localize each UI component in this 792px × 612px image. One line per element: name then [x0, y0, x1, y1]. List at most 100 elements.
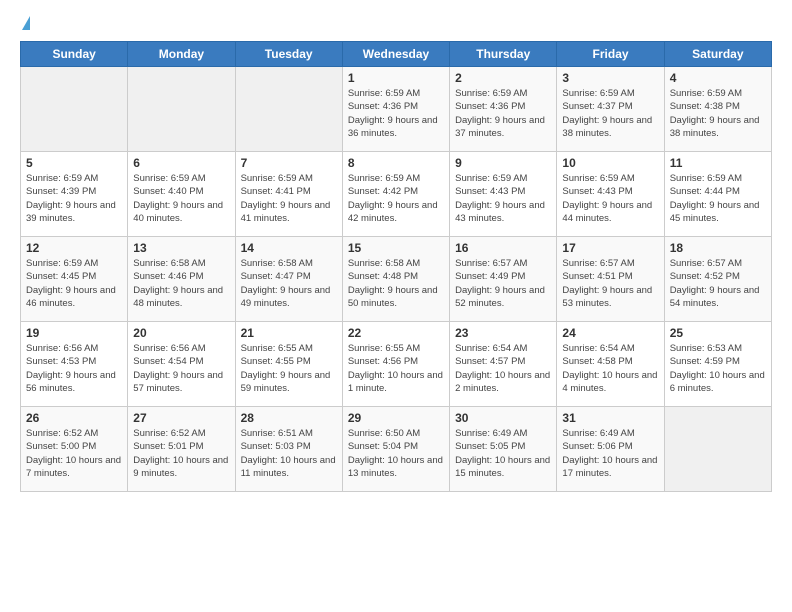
calendar: SundayMondayTuesdayWednesdayThursdayFrid…: [20, 41, 772, 492]
calendar-cell: 11 Sunrise: 6:59 AM Sunset: 4:44 PM Dayli…: [664, 152, 771, 237]
day-info: Sunrise: 6:53 AM Sunset: 4:59 PM Dayligh…: [670, 342, 766, 395]
weekday-tuesday: Tuesday: [235, 42, 342, 67]
calendar-cell: 6 Sunrise: 6:59 AM Sunset: 4:40 PM Daylig…: [128, 152, 235, 237]
calendar-cell: [664, 407, 771, 492]
calendar-cell: 18 Sunrise: 6:57 AM Sunset: 4:52 PM Dayli…: [664, 237, 771, 322]
calendar-cell: 3 Sunrise: 6:59 AM Sunset: 4:37 PM Daylig…: [557, 67, 664, 152]
day-info: Sunrise: 6:59 AM Sunset: 4:45 PM Dayligh…: [26, 257, 122, 310]
day-info: Sunrise: 6:56 AM Sunset: 4:53 PM Dayligh…: [26, 342, 122, 395]
day-info: Sunrise: 6:59 AM Sunset: 4:41 PM Dayligh…: [241, 172, 337, 225]
day-info: Sunrise: 6:54 AM Sunset: 4:58 PM Dayligh…: [562, 342, 658, 395]
day-number: 7: [241, 156, 337, 170]
day-info: Sunrise: 6:50 AM Sunset: 5:04 PM Dayligh…: [348, 427, 444, 480]
weekday-friday: Friday: [557, 42, 664, 67]
day-number: 21: [241, 326, 337, 340]
week-row-3: 12 Sunrise: 6:59 AM Sunset: 4:45 PM Dayli…: [21, 237, 772, 322]
weekday-sunday: Sunday: [21, 42, 128, 67]
day-number: 15: [348, 241, 444, 255]
day-info: Sunrise: 6:49 AM Sunset: 5:06 PM Dayligh…: [562, 427, 658, 480]
day-info: Sunrise: 6:57 AM Sunset: 4:51 PM Dayligh…: [562, 257, 658, 310]
day-number: 24: [562, 326, 658, 340]
day-number: 6: [133, 156, 229, 170]
day-info: Sunrise: 6:59 AM Sunset: 4:42 PM Dayligh…: [348, 172, 444, 225]
calendar-cell: 14Sunrise: 6:58 AM Sunset: 4:47 PM Dayli…: [235, 237, 342, 322]
calendar-cell: 29 Sunrise: 6:50 AM Sunset: 5:04 PM Dayli…: [342, 407, 449, 492]
calendar-cell: 4 Sunrise: 6:59 AM Sunset: 4:38 PM Daylig…: [664, 67, 771, 152]
calendar-cell: [235, 67, 342, 152]
day-number: 25: [670, 326, 766, 340]
day-info: Sunrise: 6:58 AM Sunset: 4:48 PM Dayligh…: [348, 257, 444, 310]
logo: [20, 16, 30, 31]
day-info: Sunrise: 6:59 AM Sunset: 4:39 PM Dayligh…: [26, 172, 122, 225]
day-number: 26: [26, 411, 122, 425]
day-info: Sunrise: 6:59 AM Sunset: 4:36 PM Dayligh…: [348, 87, 444, 140]
calendar-cell: 7 Sunrise: 6:59 AM Sunset: 4:41 PM Daylig…: [235, 152, 342, 237]
day-number: 31: [562, 411, 658, 425]
day-number: 28: [241, 411, 337, 425]
calendar-cell: 2 Sunrise: 6:59 AM Sunset: 4:36 PM Daylig…: [450, 67, 557, 152]
day-number: 2: [455, 71, 551, 85]
day-info: Sunrise: 6:59 AM Sunset: 4:36 PM Dayligh…: [455, 87, 551, 140]
weekday-monday: Monday: [128, 42, 235, 67]
weekday-saturday: Saturday: [664, 42, 771, 67]
day-number: 12: [26, 241, 122, 255]
day-info: Sunrise: 6:59 AM Sunset: 4:43 PM Dayligh…: [455, 172, 551, 225]
day-number: 4: [670, 71, 766, 85]
calendar-cell: 15 Sunrise: 6:58 AM Sunset: 4:48 PM Dayli…: [342, 237, 449, 322]
day-number: 23: [455, 326, 551, 340]
calendar-cell: 25 Sunrise: 6:53 AM Sunset: 4:59 PM Dayli…: [664, 322, 771, 407]
day-number: 17: [562, 241, 658, 255]
calendar-cell: 24 Sunrise: 6:54 AM Sunset: 4:58 PM Dayli…: [557, 322, 664, 407]
weekday-thursday: Thursday: [450, 42, 557, 67]
day-info: Sunrise: 6:59 AM Sunset: 4:38 PM Dayligh…: [670, 87, 766, 140]
calendar-cell: 28 Sunrise: 6:51 AM Sunset: 5:03 PM Dayli…: [235, 407, 342, 492]
day-info: Sunrise: 6:59 AM Sunset: 4:44 PM Dayligh…: [670, 172, 766, 225]
calendar-cell: 26Sunrise: 6:52 AM Sunset: 5:00 PM Dayli…: [21, 407, 128, 492]
day-info: Sunrise: 6:55 AM Sunset: 4:56 PM Dayligh…: [348, 342, 444, 395]
day-info: Sunrise: 6:57 AM Sunset: 4:52 PM Dayligh…: [670, 257, 766, 310]
calendar-cell: 30Sunrise: 6:49 AM Sunset: 5:05 PM Dayli…: [450, 407, 557, 492]
calendar-cell: 31 Sunrise: 6:49 AM Sunset: 5:06 PM Dayli…: [557, 407, 664, 492]
calendar-cell: [21, 67, 128, 152]
calendar-cell: 21 Sunrise: 6:55 AM Sunset: 4:55 PM Dayli…: [235, 322, 342, 407]
calendar-cell: 10 Sunrise: 6:59 AM Sunset: 4:43 PM Dayli…: [557, 152, 664, 237]
day-info: Sunrise: 6:58 AM Sunset: 4:46 PM Dayligh…: [133, 257, 229, 310]
week-row-4: 19 Sunrise: 6:56 AM Sunset: 4:53 PM Dayli…: [21, 322, 772, 407]
calendar-cell: 9 Sunrise: 6:59 AM Sunset: 4:43 PM Daylig…: [450, 152, 557, 237]
day-number: 14: [241, 241, 337, 255]
day-number: 5: [26, 156, 122, 170]
day-info: Sunrise: 6:54 AM Sunset: 4:57 PM Dayligh…: [455, 342, 551, 395]
day-number: 29: [348, 411, 444, 425]
week-row-5: 26Sunrise: 6:52 AM Sunset: 5:00 PM Dayli…: [21, 407, 772, 492]
day-number: 22: [348, 326, 444, 340]
day-info: Sunrise: 6:57 AM Sunset: 4:49 PM Dayligh…: [455, 257, 551, 310]
calendar-cell: 27Sunrise: 6:52 AM Sunset: 5:01 PM Dayli…: [128, 407, 235, 492]
calendar-cell: 12 Sunrise: 6:59 AM Sunset: 4:45 PM Dayli…: [21, 237, 128, 322]
day-number: 19: [26, 326, 122, 340]
week-row-1: 1Sunrise: 6:59 AM Sunset: 4:36 PM Daylig…: [21, 67, 772, 152]
day-number: 9: [455, 156, 551, 170]
calendar-cell: 22 Sunrise: 6:55 AM Sunset: 4:56 PM Dayli…: [342, 322, 449, 407]
day-info: Sunrise: 6:56 AM Sunset: 4:54 PM Dayligh…: [133, 342, 229, 395]
header: [20, 16, 772, 31]
day-info: Sunrise: 6:59 AM Sunset: 4:40 PM Dayligh…: [133, 172, 229, 225]
day-info: Sunrise: 6:59 AM Sunset: 4:43 PM Dayligh…: [562, 172, 658, 225]
calendar-cell: 8 Sunrise: 6:59 AM Sunset: 4:42 PM Daylig…: [342, 152, 449, 237]
day-info: Sunrise: 6:59 AM Sunset: 4:37 PM Dayligh…: [562, 87, 658, 140]
calendar-cell: 20Sunrise: 6:56 AM Sunset: 4:54 PM Dayli…: [128, 322, 235, 407]
calendar-cell: 16Sunrise: 6:57 AM Sunset: 4:49 PM Dayli…: [450, 237, 557, 322]
day-number: 3: [562, 71, 658, 85]
day-number: 10: [562, 156, 658, 170]
day-number: 11: [670, 156, 766, 170]
day-info: Sunrise: 6:55 AM Sunset: 4:55 PM Dayligh…: [241, 342, 337, 395]
page: SundayMondayTuesdayWednesdayThursdayFrid…: [0, 0, 792, 612]
day-number: 18: [670, 241, 766, 255]
day-info: Sunrise: 6:49 AM Sunset: 5:05 PM Dayligh…: [455, 427, 551, 480]
weekday-wednesday: Wednesday: [342, 42, 449, 67]
logo-triangle-icon: [22, 16, 30, 30]
day-number: 8: [348, 156, 444, 170]
day-info: Sunrise: 6:51 AM Sunset: 5:03 PM Dayligh…: [241, 427, 337, 480]
day-info: Sunrise: 6:52 AM Sunset: 5:01 PM Dayligh…: [133, 427, 229, 480]
calendar-cell: 1Sunrise: 6:59 AM Sunset: 4:36 PM Daylig…: [342, 67, 449, 152]
calendar-cell: [128, 67, 235, 152]
